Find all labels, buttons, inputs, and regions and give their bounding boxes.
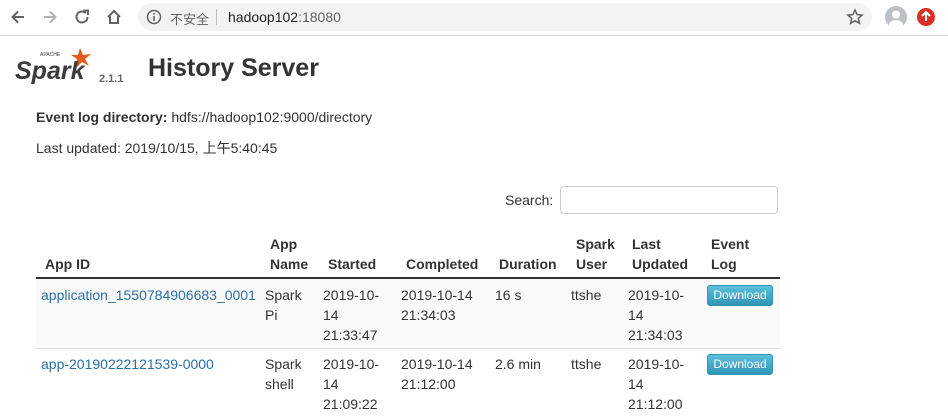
info-icon[interactable] <box>146 9 162 30</box>
header-spark-user-2[interactable]: User <box>576 254 607 274</box>
event-log-value: hdfs://hadoop102:9000/directory <box>171 109 373 125</box>
forward-button[interactable] <box>38 5 62 29</box>
reload-icon <box>75 9 89 24</box>
started-line-3: 21:09:22 <box>323 396 378 412</box>
app-id-cell: app-20190222121539-0000 <box>41 354 214 374</box>
table-row: app-20190222121539-0000 Spark shell 2019… <box>36 349 780 417</box>
app-id-link[interactable]: app-20190222121539-0000 <box>41 356 214 372</box>
reload-button[interactable] <box>70 5 94 29</box>
header-started[interactable]: Started <box>328 254 376 274</box>
app-name-line-1: Spark <box>265 287 302 303</box>
app-name-line-2: Pi <box>265 307 278 323</box>
back-arrow-icon <box>11 10 24 24</box>
header-last-updated-2[interactable]: Updated <box>632 254 688 274</box>
header-app-id[interactable]: App ID <box>45 254 90 274</box>
last-updated: Last updated: 2019/10/15, 上午5:40:45 <box>36 140 278 156</box>
security-status-label: 不安全 <box>170 13 210 28</box>
home-icon <box>107 9 121 24</box>
started-line-1: 2019-10- <box>323 287 380 303</box>
header-duration[interactable]: Duration <box>499 254 557 274</box>
divider <box>216 9 217 25</box>
profile-avatar-icon[interactable] <box>885 6 907 28</box>
app-name-line-1: Spark <box>265 356 302 372</box>
completed-line-2: 21:12:00 <box>401 376 456 392</box>
event-log-directory: Event log directory: hdfs://hadoop102:90… <box>36 109 372 125</box>
table-header: App ID App Name Started Completed Durati… <box>36 230 780 279</box>
last-updated-line-2: 14 <box>628 376 644 392</box>
bookmark-star-icon[interactable] <box>846 8 864 31</box>
download-button[interactable]: Download <box>707 285 773 306</box>
url-port: :18080 <box>298 9 341 25</box>
logo-text: Spark <box>15 57 86 85</box>
app-id-cell: application_1550784906683_0001 <box>41 285 256 305</box>
duration-cell: 2.6 min <box>495 356 541 372</box>
event-log-label: Event log directory: <box>36 109 168 125</box>
search-label: Search: <box>505 192 554 208</box>
header-event-log-1[interactable]: Event <box>711 234 749 254</box>
spark-version: 2.1.1 <box>99 73 124 85</box>
started-line-3: 21:33:47 <box>323 327 378 343</box>
last-updated-line-1: 2019-10- <box>628 356 685 372</box>
header-app-name-2[interactable]: Name <box>270 254 308 274</box>
address-bar[interactable]: 不安全 hadoop102:18080 <box>138 3 872 31</box>
spark-user-cell: ttshe <box>571 356 602 372</box>
last-updated-line-3: 21:12:00 <box>628 396 683 412</box>
update-arrow-icon[interactable] <box>917 8 935 26</box>
last-updated-line-3: 21:34:03 <box>628 327 683 343</box>
home-button[interactable] <box>102 5 126 29</box>
started-line-2: 14 <box>323 307 339 323</box>
header-last-updated-1[interactable]: Last <box>632 234 661 254</box>
search-input[interactable] <box>560 186 778 214</box>
started-line-1: 2019-10- <box>323 356 380 372</box>
url-text[interactable]: hadoop102:18080 <box>228 9 341 25</box>
header-completed[interactable]: Completed <box>406 254 478 274</box>
last-updated-line-1: 2019-10- <box>628 287 685 303</box>
applications-table: App ID App Name Started Completed Durati… <box>36 230 780 417</box>
header-event-log-2[interactable]: Log <box>711 254 737 274</box>
app-id-link[interactable]: application_1550784906683_0001 <box>41 287 256 303</box>
back-button[interactable] <box>6 5 30 29</box>
completed-line-1: 2019-10-14 <box>401 356 473 372</box>
completed-line-1: 2019-10-14 <box>401 287 473 303</box>
table-row: application_1550784906683_0001 Spark Pi … <box>36 279 780 349</box>
header-app-name-1[interactable]: App <box>270 234 297 254</box>
duration-cell: 16 s <box>495 287 522 303</box>
started-line-2: 14 <box>323 376 339 392</box>
forward-arrow-icon <box>44 10 57 24</box>
page-title: History Server <box>148 54 319 82</box>
last-updated-line-2: 14 <box>628 307 644 323</box>
url-host: hadoop102 <box>228 9 299 25</box>
spark-logo[interactable]: APACHE Spark <box>14 46 98 88</box>
spark-user-cell: ttshe <box>571 287 602 303</box>
download-button[interactable]: Download <box>707 354 773 375</box>
header-spark-user-1[interactable]: Spark <box>576 234 615 254</box>
completed-line-2: 21:34:03 <box>401 307 456 323</box>
browser-toolbar: 不安全 hadoop102:18080 <box>0 0 948 36</box>
app-name-line-2: shell <box>265 376 294 392</box>
